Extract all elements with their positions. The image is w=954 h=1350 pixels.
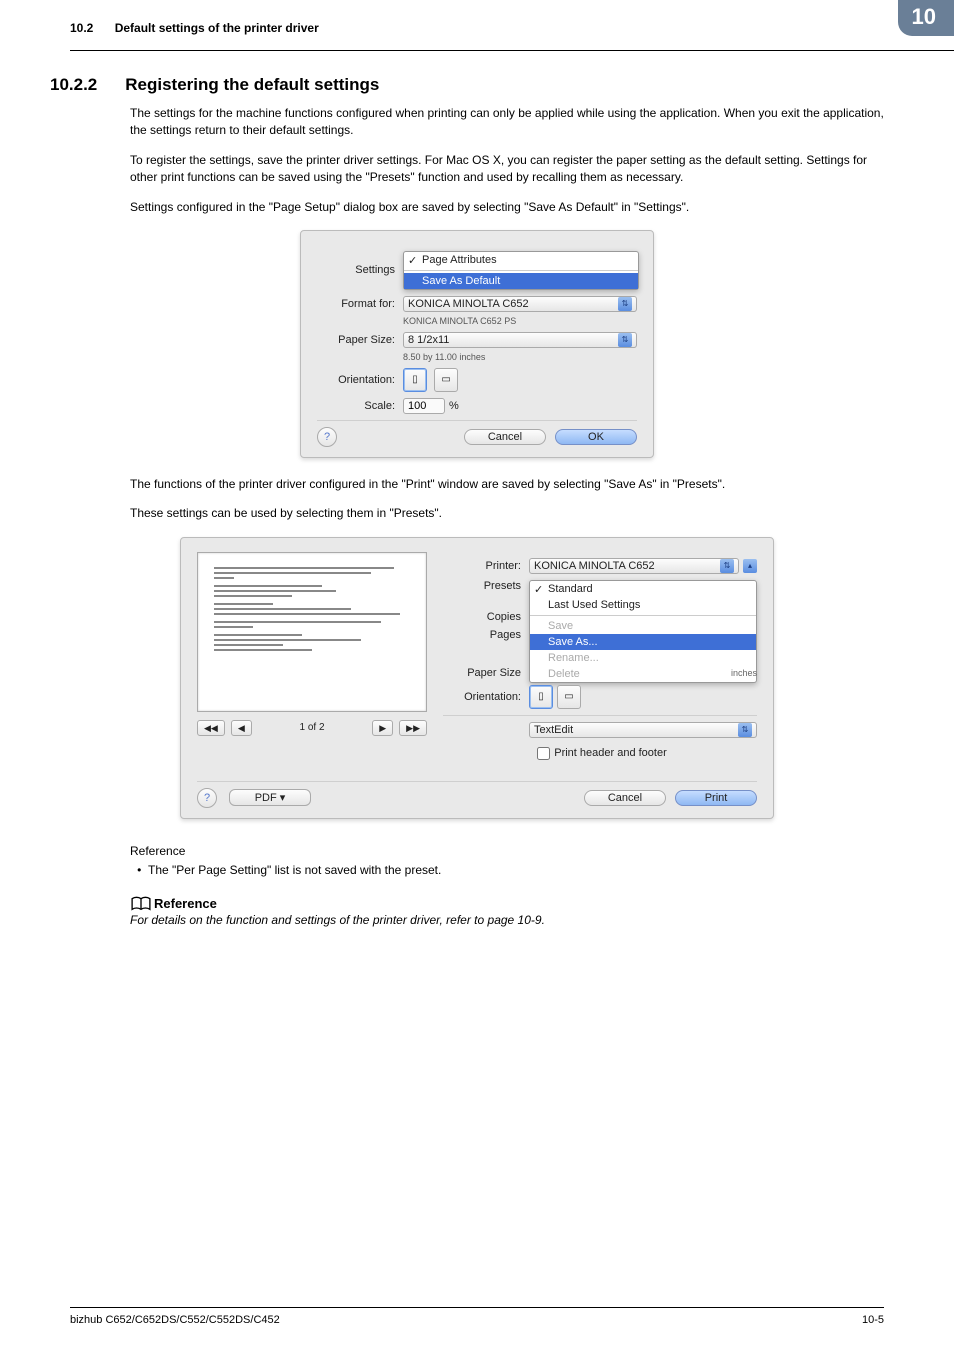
paragraph-1: The settings for the machine functions c… (130, 105, 884, 140)
paper-size-select[interactable]: 8 1/2x11 ⇅ (403, 332, 637, 348)
paper-size-value: 8 1/2x11 (408, 332, 449, 348)
orientation-landscape-button[interactable]: ▭ (434, 368, 458, 392)
reference-box-heading: Reference (130, 896, 884, 911)
format-for-select[interactable]: KONICA MINOLTA C652 ⇅ (403, 296, 637, 312)
print-header-footer-checkbox[interactable] (537, 747, 550, 760)
panel-select[interactable]: TextEdit ⇅ (529, 722, 757, 738)
dropdown-separator (404, 270, 638, 271)
print-dialog: ◀◀ ◀ 1 of 2 ▶ ▶▶ Printer: KONICA MINOLTA… (180, 537, 774, 819)
print-button[interactable]: Print (675, 790, 757, 806)
header-section-number: 10.2 (70, 21, 93, 35)
printer-status-icon[interactable]: ▴ (743, 559, 757, 573)
chevron-updown-icon: ⇅ (720, 559, 734, 573)
preview-first-button[interactable]: ◀◀ (197, 720, 225, 736)
paper-size-subtext: 8.50 by 11.00 inches (403, 352, 637, 362)
preview-prev-button[interactable]: ◀ (231, 720, 252, 736)
help-icon: ? (204, 792, 210, 804)
scale-label: Scale: (317, 400, 403, 412)
chevron-updown-icon: ⇅ (618, 297, 632, 311)
page-footer: bizhub C652/C652DS/C552/C552DS/C452 10-5 (70, 1307, 884, 1326)
dialog-divider (317, 420, 637, 421)
header-left: 10.2 Default settings of the printer dri… (70, 21, 319, 35)
format-for-label: Format for: (317, 298, 403, 310)
book-icon (130, 896, 148, 910)
header-chapter-tab: 10 (898, 0, 954, 36)
orientation-label-2: Orientation: (443, 691, 529, 703)
printer-label: Printer: (443, 560, 529, 572)
paragraph-2: To register the settings, save the print… (130, 152, 884, 187)
section-heading-number: 10.2.2 (50, 75, 97, 95)
printer-select[interactable]: KONICA MINOLTA C652 ⇅ (529, 558, 739, 574)
help-icon: ? (324, 431, 330, 443)
settings-dropdown-open[interactable]: Page Attributes Save As Default (403, 251, 639, 290)
chevron-updown-icon: ⇅ (618, 333, 632, 347)
panel-value: TextEdit (534, 722, 573, 738)
settings-option-save-as-default[interactable]: Save As Default (404, 273, 638, 289)
presets-option-delete[interactable]: Delete (530, 666, 756, 682)
reference-box-text: For details on the function and settings… (130, 913, 884, 927)
preview-last-button[interactable]: ▶▶ (399, 720, 427, 736)
dialog-divider (197, 781, 757, 782)
preview-nav: ◀◀ ◀ 1 of 2 ▶ ▶▶ (197, 720, 427, 736)
orientation-portrait-button-2[interactable]: ▯ (529, 685, 553, 709)
chevron-updown-icon: ⇅ (738, 723, 752, 737)
dialog-divider (443, 715, 757, 716)
paragraph-5: These settings can be used by selecting … (130, 505, 884, 522)
help-button[interactable]: ? (317, 427, 337, 447)
presets-label: Presets (443, 580, 529, 592)
paragraph-4: The functions of the printer driver conf… (130, 476, 884, 493)
footer-page-number: 10-5 (862, 1314, 884, 1326)
page-header: 10.2 Default settings of the printer dri… (70, 0, 954, 51)
orientation-landscape-button-2[interactable]: ▭ (557, 685, 581, 709)
print-preview-page (197, 552, 427, 712)
format-for-subtext: KONICA MINOLTA C652 PS (403, 316, 637, 326)
cancel-button[interactable]: Cancel (464, 429, 546, 445)
pages-label: Pages (443, 629, 529, 641)
header-section-title: Default settings of the printer driver (115, 21, 319, 35)
reference-box-title: Reference (154, 896, 217, 911)
reference-heading-plain: Reference (130, 843, 884, 860)
preview-page-counter: 1 of 2 (258, 722, 366, 733)
format-for-value: KONICA MINOLTA C652 (408, 296, 529, 312)
footer-model: bizhub C652/C652DS/C552/C552DS/C452 (70, 1314, 280, 1326)
preview-next-button[interactable]: ▶ (372, 720, 393, 736)
scale-input[interactable] (403, 398, 445, 414)
pdf-menu-button[interactable]: PDF ▾ (229, 789, 311, 806)
portrait-icon: ▯ (412, 374, 418, 385)
presets-option-rename[interactable]: Rename... (530, 650, 756, 666)
settings-label: Settings (317, 264, 403, 276)
landscape-icon: ▭ (441, 374, 450, 385)
print-preview-pane: ◀◀ ◀ 1 of 2 ▶ ▶▶ (197, 552, 427, 769)
ok-button[interactable]: OK (555, 429, 637, 445)
paragraph-3: Settings configured in the "Page Setup" … (130, 199, 884, 216)
settings-option-page-attributes[interactable]: Page Attributes (404, 252, 638, 268)
presets-option-last-used[interactable]: Last Used Settings (530, 597, 756, 613)
orientation-portrait-button[interactable]: ▯ (403, 368, 427, 392)
portrait-icon: ▯ (538, 691, 544, 702)
printer-value: KONICA MINOLTA C652 (534, 558, 655, 574)
help-button-2[interactable]: ? (197, 788, 217, 808)
presets-option-save-as[interactable]: Save As... (530, 634, 756, 650)
presets-dropdown-open[interactable]: Standard Last Used Settings Save Save As… (529, 580, 757, 683)
section-heading-title: Registering the default settings (125, 75, 379, 95)
paper-size-label: Paper Size: (317, 334, 403, 346)
orientation-label: Orientation: (317, 374, 403, 386)
header-chapter-number: 10 (912, 4, 936, 29)
presets-option-save[interactable]: Save (530, 618, 756, 634)
copies-label: Copies (443, 611, 529, 623)
scale-unit: % (449, 400, 459, 412)
print-header-footer-label: Print header and footer (554, 747, 667, 759)
section-heading: 10.2.2 Registering the default settings (50, 75, 884, 95)
dropdown-separator (530, 615, 756, 616)
page-setup-dialog: Settings Page Attributes Save As Default… (300, 230, 654, 458)
cancel-button-2[interactable]: Cancel (584, 790, 666, 806)
reference-bullet-list: The "Per Page Setting" list is not saved… (130, 862, 884, 879)
reference-bullet-1: The "Per Page Setting" list is not saved… (148, 862, 884, 879)
paper-size-label-2: Paper Size (443, 667, 529, 679)
presets-option-standard[interactable]: Standard (530, 581, 756, 597)
landscape-icon: ▭ (564, 691, 573, 702)
